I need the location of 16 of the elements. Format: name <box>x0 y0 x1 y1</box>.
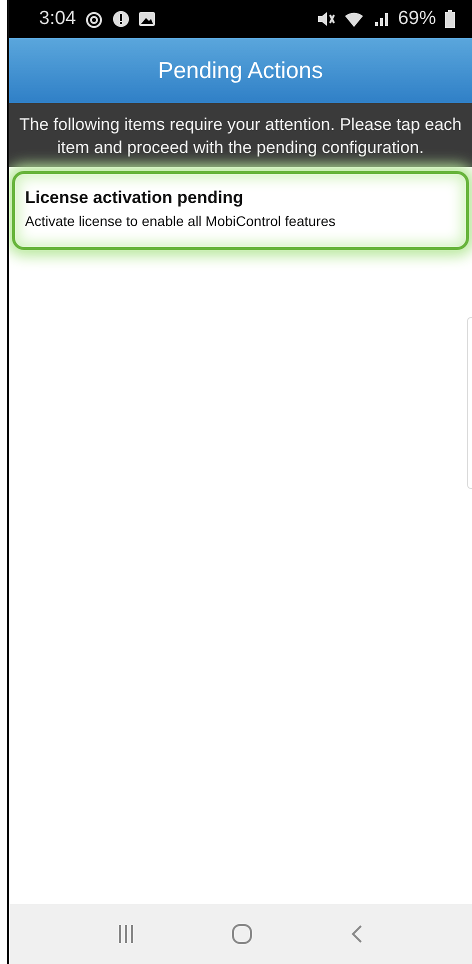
screen-title: Pending Actions <box>158 57 323 84</box>
item-subtitle: Activate license to enable all MobiControl features <box>25 213 337 229</box>
signal-icon <box>374 10 390 28</box>
pending-item[interactable]: License activation pending Activate license to enable all MobiControl features <box>12 171 469 250</box>
home-icon[interactable] <box>230 922 254 946</box>
wifi-icon <box>344 10 366 28</box>
image-icon <box>138 10 156 28</box>
target-icon <box>84 9 104 29</box>
instruction-text: The following items require your attention. Please tap each item and proceed with the pending configuration. <box>18 114 463 159</box>
edge-panel-handle[interactable] <box>467 317 472 489</box>
alert-icon <box>112 10 130 28</box>
mute-icon <box>316 10 336 28</box>
battery-icon <box>444 9 456 29</box>
status-time: 3:04 <box>39 8 76 30</box>
item-title: License activation pending <box>25 188 244 208</box>
battery-percent: 69% <box>398 8 436 30</box>
